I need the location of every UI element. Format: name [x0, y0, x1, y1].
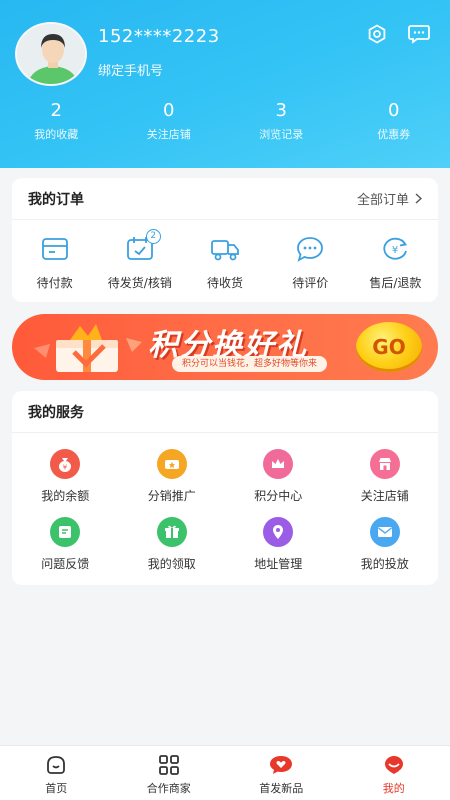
tab-label: 合作商家 — [146, 782, 191, 795]
orders-title: 我的订单 — [28, 191, 84, 208]
services-card: 我的服务 ¥ 我的余额 分销推广 积分中心 关注店铺 问题反馈 我的领取 地址管… — [12, 391, 438, 585]
home-icon — [44, 754, 68, 776]
money-bag-icon: ¥ — [50, 449, 81, 479]
service-label: 地址管理 — [254, 557, 303, 571]
order-pending-receipt[interactable]: 待收货 — [182, 236, 267, 291]
location-icon — [263, 517, 294, 547]
points-promo-banner[interactable]: 积分换好礼 积分可以当钱花，超多好物等你来 GO — [12, 314, 438, 380]
service-label: 我的投放 — [360, 557, 409, 571]
refund-icon: ¥ — [383, 237, 408, 260]
bottom-tab-bar: 首页 合作商家 首发新品 我的 — [0, 745, 450, 800]
orders-card: 我的订单 全部订单 待付款 2 待发货/核销 待收货 待评价 ¥ 售后/退款 — [12, 178, 438, 302]
order-pending-payment[interactable]: 待付款 — [12, 236, 97, 291]
order-count-badge: 2 — [145, 229, 161, 244]
services-header: 我的服务 — [12, 391, 438, 433]
order-status-row: 待付款 2 待发货/核销 待收货 待评价 ¥ 售后/退款 — [12, 220, 438, 291]
service-distribution[interactable]: 分销推广 — [119, 449, 226, 517]
tab-label: 我的 — [382, 782, 405, 795]
profile-header: 152****2223 绑定手机号 2 我的收藏 0 关注店铺 3 浏览记录 0… — [0, 0, 450, 168]
svg-text:¥: ¥ — [63, 464, 68, 472]
stat-value: 3 — [275, 100, 287, 121]
stat-followed-shops[interactable]: 0 关注店铺 — [113, 100, 226, 142]
gift-icon — [156, 517, 187, 547]
banner-subtitle: 积分可以当钱花，超多好物等你来 — [172, 356, 328, 372]
user-phone: 152****2223 — [98, 26, 220, 47]
tab-profile[interactable]: 我的 — [338, 746, 450, 800]
order-pending-review[interactable]: 待评价 — [268, 236, 353, 291]
stat-favorites[interactable]: 2 我的收藏 — [0, 100, 113, 142]
service-balance[interactable]: ¥ 我的余额 — [12, 449, 119, 517]
services-grid: ¥ 我的余额 分销推广 积分中心 关注店铺 问题反馈 我的领取 地址管理 我的投… — [12, 433, 438, 585]
chevron-right-icon — [415, 193, 422, 204]
tab-home[interactable]: 首页 — [0, 746, 113, 800]
chat-bubble-icon — [297, 237, 324, 262]
heart-bubble-icon — [269, 754, 293, 776]
service-label: 关注店铺 — [360, 489, 409, 503]
tab-label: 首发新品 — [259, 782, 304, 795]
mail-icon — [369, 517, 400, 547]
order-label: 待评价 — [292, 276, 329, 290]
order-label: 待付款 — [36, 276, 73, 290]
stat-value: 0 — [388, 100, 400, 121]
stat-label: 优惠券 — [377, 128, 411, 141]
go-button[interactable]: GO — [356, 322, 422, 372]
order-label: 待收货 — [207, 276, 244, 290]
shop-icon — [369, 449, 400, 479]
order-label: 售后/退款 — [369, 276, 422, 290]
order-label: 待发货/核销 — [107, 276, 172, 290]
stats-row: 2 我的收藏 0 关注店铺 3 浏览记录 0 优惠券 — [0, 100, 450, 142]
stat-value: 0 — [163, 100, 175, 121]
stat-history[interactable]: 3 浏览记录 — [225, 100, 338, 142]
svg-text:¥: ¥ — [392, 245, 398, 256]
stat-label: 浏览记录 — [259, 128, 304, 141]
all-orders-label: 全部订单 — [356, 193, 409, 208]
service-label: 我的余额 — [41, 489, 90, 503]
settings-icon[interactable] — [365, 22, 389, 46]
service-my-claims[interactable]: 我的领取 — [119, 517, 226, 585]
wallet-icon — [41, 238, 68, 260]
avatar[interactable] — [15, 22, 87, 86]
service-label: 积分中心 — [254, 489, 303, 503]
ticket-icon — [156, 449, 187, 479]
all-orders-link[interactable]: 全部订单 — [357, 189, 422, 208]
stat-label: 关注店铺 — [146, 128, 191, 141]
stat-label: 我的收藏 — [34, 128, 79, 141]
crown-icon — [263, 449, 294, 479]
service-followed-shops[interactable]: 关注店铺 — [332, 449, 439, 517]
tab-new-products[interactable]: 首发新品 — [225, 746, 338, 800]
gift-box-icon — [34, 324, 142, 372]
service-feedback[interactable]: 问题反馈 — [12, 517, 119, 585]
order-pending-shipment[interactable]: 2 待发货/核销 — [97, 229, 182, 291]
service-points[interactable]: 积分中心 — [225, 449, 332, 517]
service-label: 问题反馈 — [41, 557, 90, 571]
order-after-sales[interactable]: ¥ 售后/退款 — [353, 236, 438, 291]
service-label: 我的领取 — [147, 557, 196, 571]
tab-partners[interactable]: 合作商家 — [113, 746, 226, 800]
service-address[interactable]: 地址管理 — [225, 517, 332, 585]
grid-icon — [157, 754, 181, 776]
service-label: 分销推广 — [147, 489, 196, 503]
orders-header: 我的订单 全部订单 — [12, 178, 438, 220]
bind-phone-link[interactable]: 绑定手机号 — [98, 60, 163, 79]
service-my-placements[interactable]: 我的投放 — [332, 517, 439, 585]
feedback-icon — [50, 517, 81, 547]
services-title: 我的服务 — [28, 404, 84, 421]
profile-icon — [382, 754, 406, 776]
message-icon[interactable] — [407, 22, 431, 46]
truck-icon — [211, 240, 239, 261]
tab-label: 首页 — [45, 782, 68, 795]
stat-coupons[interactable]: 0 优惠券 — [338, 100, 450, 142]
stat-value: 2 — [50, 100, 62, 121]
